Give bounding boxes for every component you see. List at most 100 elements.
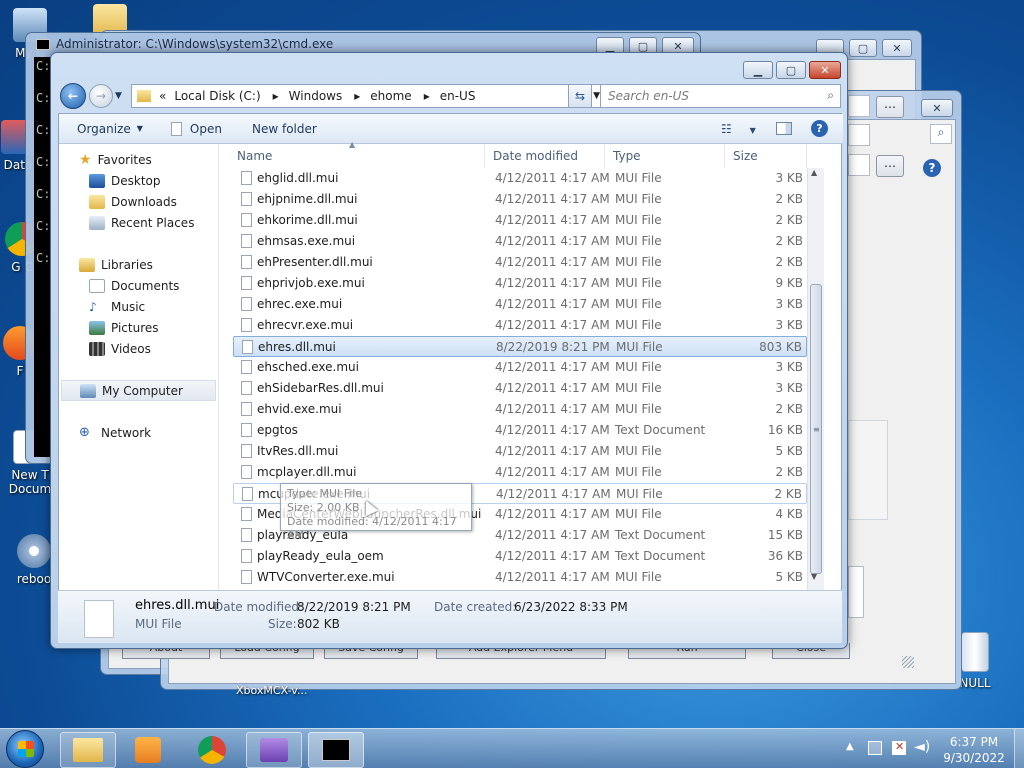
- taskbar-chrome[interactable]: [184, 732, 240, 768]
- nav-label: Documents: [111, 278, 180, 293]
- close-button[interactable]: ✕: [882, 39, 912, 57]
- column-header-date[interactable]: Date modified: [485, 144, 605, 168]
- address-bar[interactable]: « Local Disk (C:) ▸ Windows ▸ ehome ▸ en…: [131, 84, 619, 108]
- file-icon: [241, 360, 252, 374]
- videos-icon: [89, 341, 105, 356]
- nav-downloads[interactable]: Downloads: [89, 191, 177, 212]
- back-button[interactable]: ←: [60, 83, 86, 109]
- file-row[interactable]: ehjpnime.dll.mui 4/12/2011 4:17 AM MUI Fil…: [233, 189, 807, 210]
- maximize-icon: ▢: [785, 63, 797, 77]
- file-type: MUI File: [615, 402, 662, 416]
- maximize-button[interactable]: ▢: [849, 39, 877, 57]
- resize-grip-icon[interactable]: [902, 656, 914, 668]
- detail-created-value: 6/23/2022 8:33 PM: [514, 600, 628, 614]
- file-row[interactable]: playReady_eula_oem 4/12/2011 4:17 AM Text …: [233, 546, 807, 567]
- forward-button[interactable]: →: [89, 84, 113, 108]
- minimize-button[interactable]: ▁: [743, 61, 773, 79]
- close-button[interactable]: ✕: [921, 99, 953, 117]
- file-row[interactable]: ehsched.exe.mui 4/12/2011 4:17 AM MUI File…: [233, 357, 807, 378]
- vertical-scrollbar[interactable]: ▲ ≡ ▼: [807, 168, 824, 618]
- nav-desktop[interactable]: Desktop: [89, 170, 161, 191]
- refresh-button[interactable]: ⇆: [568, 84, 592, 108]
- nav-videos[interactable]: Videos: [89, 338, 151, 359]
- open-button[interactable]: Open: [170, 121, 222, 136]
- column-header-name[interactable]: Name ▲: [229, 140, 485, 168]
- bg-browse-button[interactable]: …: [876, 96, 904, 118]
- recent-pages-dropdown[interactable]: ▼: [115, 91, 122, 101]
- volume-icon[interactable]: ◄): [914, 739, 930, 755]
- nav-my-computer[interactable]: My Computer: [61, 380, 216, 401]
- view-options-button[interactable]: ☷ ▼: [721, 122, 756, 136]
- file-row[interactable]: WTVConverter.exe.mui 4/12/2011 4:17 AM MUI…: [233, 567, 807, 588]
- column-header-type[interactable]: Type: [605, 144, 725, 168]
- taskbar-media-player[interactable]: [120, 732, 176, 768]
- scroll-up-icon[interactable]: ▲: [811, 168, 817, 177]
- bg-input-field[interactable]: [848, 95, 870, 117]
- scroll-down-icon[interactable]: ▼: [811, 572, 817, 581]
- network-tray-icon[interactable]: [868, 741, 882, 755]
- nav-network[interactable]: ⊕ Network: [79, 422, 151, 443]
- file-row[interactable]: ehprivjob.exe.mui 4/12/2011 4:17 AM MUI Fi…: [233, 273, 807, 294]
- file-row[interactable]: ehrecvr.exe.mui 4/12/2011 4:17 AM MUI File…: [233, 315, 807, 336]
- chevron-right-icon[interactable]: ▸: [354, 89, 360, 103]
- file-row[interactable]: ehkorime.dll.mui 4/12/2011 4:17 AM MUI Fil…: [233, 210, 807, 231]
- bg-search-icon[interactable]: ⌕: [930, 124, 952, 144]
- help-icon[interactable]: ?: [923, 159, 941, 177]
- chevron-right-icon[interactable]: ▸: [424, 89, 430, 103]
- maximize-button[interactable]: ▢: [776, 61, 806, 79]
- chevron-right-icon[interactable]: ▸: [273, 89, 279, 103]
- file-row[interactable]: ehSidebarRes.dll.mui 4/12/2011 4:17 AM MUI…: [233, 378, 807, 399]
- command-bar: Organize ▼ Open New folder ☷ ▼ ?: [59, 114, 843, 144]
- taskbar-cmd[interactable]: [308, 732, 364, 768]
- action-center-icon[interactable]: ✕: [892, 740, 906, 755]
- file-row[interactable]: mcplayer.dll.mui 4/12/2011 4:17 AM MUI Fil…: [233, 462, 807, 483]
- cmd-prompt: C:: [36, 91, 51, 105]
- tray-clock[interactable]: 6:37 PM 9/30/2022: [938, 734, 1010, 766]
- search-icon[interactable]: ⌕: [827, 88, 834, 103]
- file-row[interactable]: ehres.dll.mui 8/22/2019 8:21 PM MUI File 80…: [233, 336, 807, 357]
- new-folder-button[interactable]: New folder: [252, 122, 317, 136]
- chevron-down-icon[interactable]: ▼: [593, 91, 600, 101]
- nav-label: My Computer: [102, 383, 183, 398]
- close-button[interactable]: ✕: [809, 61, 841, 79]
- nav-libraries[interactable]: Libraries: [79, 254, 153, 275]
- file-name: ehjpnime.dll.mui: [257, 192, 358, 206]
- breadcrumb-local-disk[interactable]: Local Disk (C:): [174, 89, 260, 103]
- show-desktop-button[interactable]: [1014, 729, 1024, 768]
- start-button[interactable]: [6, 730, 44, 768]
- scrollbar-thumb[interactable]: ≡: [810, 284, 822, 574]
- column-header-size[interactable]: Size: [725, 144, 807, 168]
- nav-documents[interactable]: Documents: [89, 275, 179, 296]
- star-icon: ★: [79, 151, 92, 168]
- open-file-dialog[interactable]: ▁ ▢ ✕ ← → ▼ « Local Disk (C:) ▸ Windows …: [50, 52, 848, 649]
- file-size: 36 KB: [767, 549, 803, 563]
- bg-input-field-2[interactable]: [848, 124, 870, 146]
- file-row[interactable]: ehvid.exe.mui 4/12/2011 4:17 AM MUI File 2 …: [233, 399, 807, 420]
- search-box[interactable]: Search en-US ⌕: [600, 84, 841, 108]
- organize-button[interactable]: Organize ▼: [77, 122, 143, 136]
- file-row[interactable]: ehglid.dll.mui 4/12/2011 4:17 AM MUI File 3…: [233, 168, 807, 189]
- nav-favorites[interactable]: ★ Favorites: [79, 149, 152, 170]
- file-row[interactable]: ehrec.exe.mui 4/12/2011 4:17 AM MUI File 3 …: [233, 294, 807, 315]
- help-button[interactable]: ?: [811, 120, 828, 137]
- bg-input-field-3[interactable]: [848, 154, 870, 176]
- show-hidden-icons-icon[interactable]: ▲: [846, 741, 854, 752]
- breadcrumb-windows[interactable]: Windows: [289, 89, 343, 103]
- path-prefix[interactable]: «: [159, 89, 166, 103]
- file-row[interactable]: ItvRes.dll.mui 4/12/2011 4:17 AM MUI File 5…: [233, 441, 807, 462]
- file-icon: [241, 234, 252, 248]
- file-row[interactable]: epgtos 4/12/2011 4:17 AM Text Document 16 K…: [233, 420, 807, 441]
- nav-music[interactable]: ♪ Music: [89, 296, 145, 317]
- taskbar-explorer[interactable]: [60, 732, 116, 768]
- breadcrumb-ehome[interactable]: ehome: [370, 89, 411, 103]
- nav-recent-places[interactable]: Recent Places: [89, 212, 194, 233]
- taskbar-config-app[interactable]: [246, 732, 302, 768]
- breadcrumb-en-us[interactable]: en-US: [440, 89, 476, 103]
- taskbar: ▲ ✕ ◄) 6:37 PM 9/30/2022: [0, 728, 1024, 768]
- nav-pictures[interactable]: Pictures: [89, 317, 159, 338]
- bg-browse-button-2[interactable]: …: [876, 155, 904, 177]
- file-row[interactable]: ehPresenter.dll.mui 4/12/2011 4:17 AM MUI …: [233, 252, 807, 273]
- file-row[interactable]: ehmsas.exe.mui 4/12/2011 4:17 AM MUI File 2…: [233, 231, 807, 252]
- preview-pane-button[interactable]: [776, 122, 792, 135]
- cmd-prompt: C:: [36, 219, 51, 233]
